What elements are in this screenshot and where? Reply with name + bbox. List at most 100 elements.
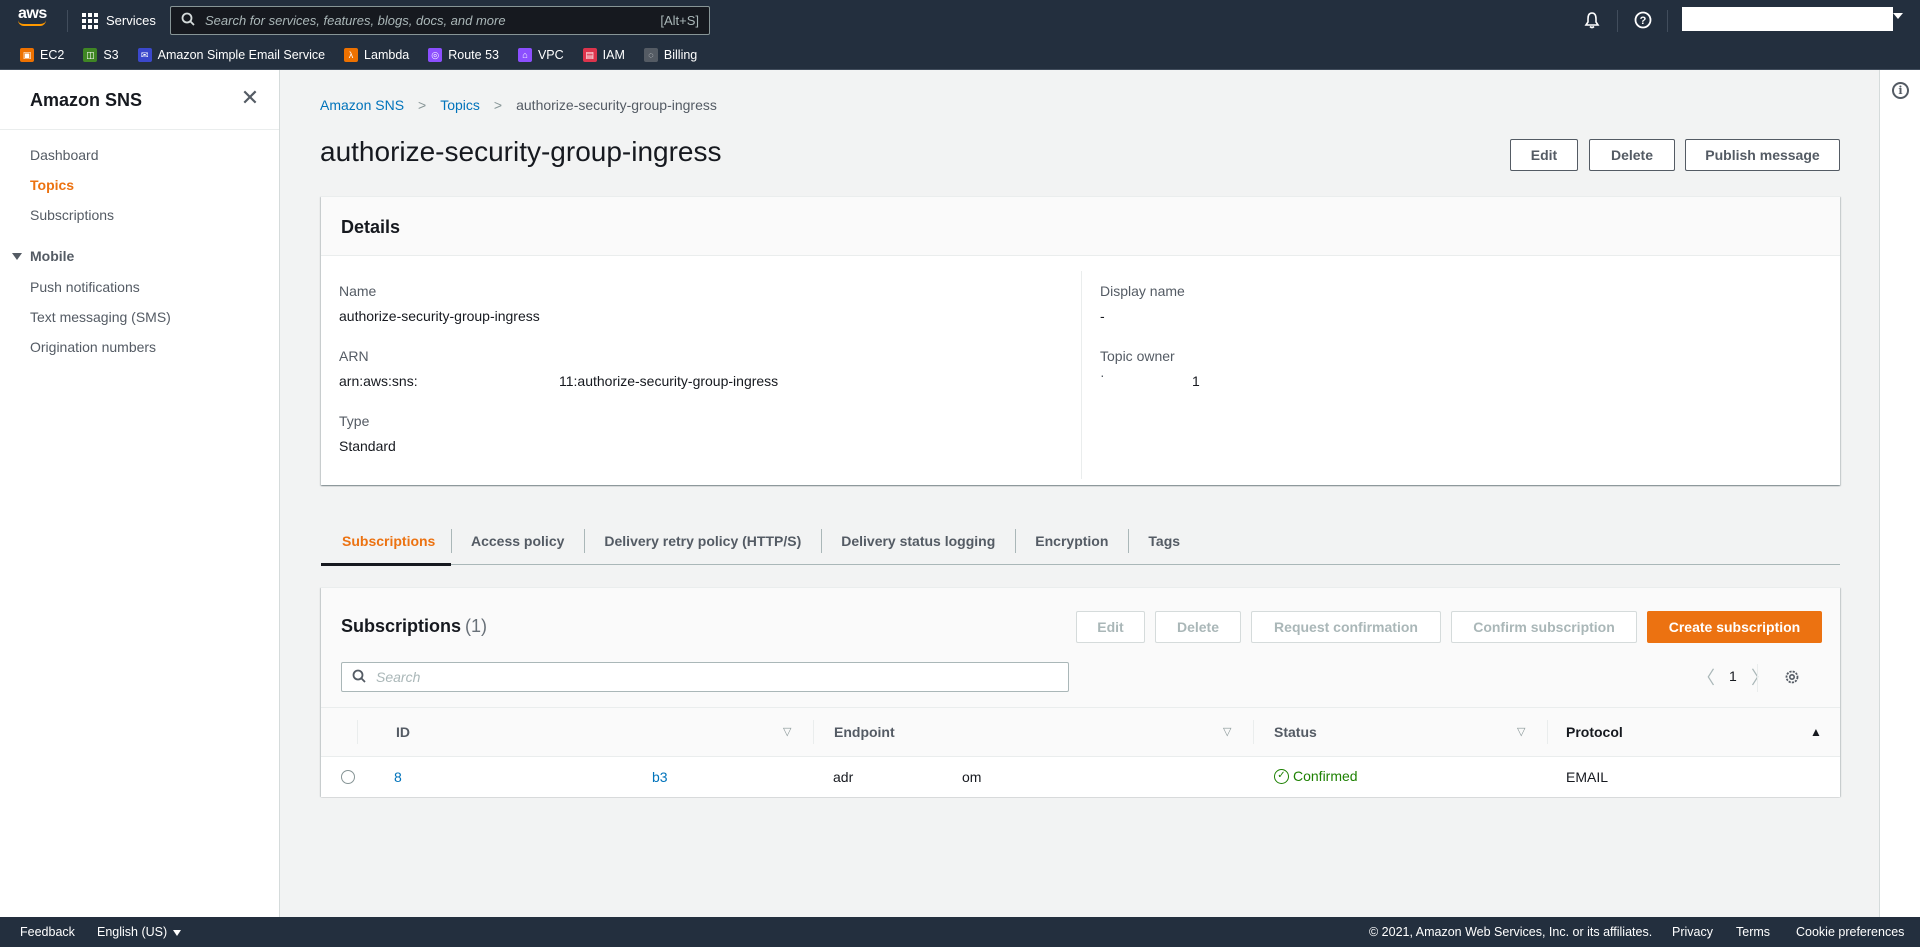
sidebar-item-origination-numbers[interactable]: Origination numbers bbox=[30, 339, 156, 355]
subscriptions-card: Subscriptions (1) Edit Delete Request con… bbox=[321, 587, 1840, 797]
sort-ascending-icon[interactable]: ▲ bbox=[1810, 725, 1822, 739]
sort-icon[interactable]: ▽ bbox=[1223, 725, 1231, 738]
subscription-id-start[interactable]: 8 bbox=[394, 769, 402, 785]
confirm-subscription-button[interactable]: Confirm subscription bbox=[1451, 611, 1637, 643]
row-select-radio[interactable] bbox=[341, 770, 355, 784]
sidebar-item-dashboard[interactable]: Dashboard bbox=[30, 147, 99, 163]
subscriptions-search-input[interactable] bbox=[376, 669, 1068, 685]
global-search-input[interactable] bbox=[205, 13, 661, 28]
tab-access-policy[interactable]: Access policy bbox=[451, 517, 584, 565]
publish-message-button[interactable]: Publish message bbox=[1685, 139, 1840, 171]
edit-topic-button[interactable]: Edit bbox=[1510, 139, 1578, 171]
tab-subscriptions[interactable]: Subscriptions bbox=[321, 517, 451, 566]
bell-icon[interactable] bbox=[1582, 10, 1602, 30]
subscriptions-count: (1) bbox=[465, 616, 488, 636]
services-menu-button[interactable]: Services bbox=[82, 0, 156, 41]
type-label: Type bbox=[339, 413, 370, 429]
aws-logo-text: aws bbox=[18, 5, 47, 22]
s3-icon: ◫ bbox=[83, 48, 98, 62]
breadcrumb-amazon-sns[interactable]: Amazon SNS bbox=[320, 97, 404, 113]
delete-topic-button[interactable]: Delete bbox=[1589, 139, 1675, 171]
arn-value-suffix: 11:authorize-security-group-ingress bbox=[559, 373, 779, 389]
sidebar-section-mobile[interactable]: Mobile bbox=[12, 248, 74, 264]
delete-subscription-button[interactable]: Delete bbox=[1155, 611, 1241, 643]
tab-encryption[interactable]: Encryption bbox=[1015, 517, 1128, 565]
nav-divider bbox=[67, 10, 68, 32]
create-subscription-button[interactable]: Create subscription bbox=[1647, 611, 1822, 643]
feedback-link[interactable]: Feedback bbox=[20, 925, 75, 939]
breadcrumb: Amazon SNS > Topics > authorize-security… bbox=[320, 97, 717, 113]
column-header-protocol[interactable]: Protocol bbox=[1566, 708, 1623, 756]
gear-icon[interactable] bbox=[1784, 669, 1800, 685]
favorite-label: EC2 bbox=[40, 48, 65, 62]
endpoint-start: adr bbox=[833, 769, 854, 785]
edit-subscription-button[interactable]: Edit bbox=[1076, 611, 1145, 643]
global-search[interactable]: [Alt+S] bbox=[170, 6, 710, 35]
account-caret-icon[interactable] bbox=[1893, 13, 1903, 19]
close-icon[interactable]: ✕ bbox=[240, 87, 260, 109]
subscription-id-end[interactable]: b3 bbox=[652, 769, 668, 785]
check-circle-icon: ✓ bbox=[1274, 768, 1289, 784]
favorite-amazon-simple-email-service[interactable]: ✉ Amazon Simple Email Service bbox=[137, 48, 325, 62]
favorite-label: IAM bbox=[602, 48, 625, 62]
favorite-label: Route 53 bbox=[448, 48, 499, 62]
sidebar-item-topics[interactable]: Topics bbox=[30, 177, 74, 193]
search-icon bbox=[181, 12, 195, 30]
favorite-lambda[interactable]: λ Lambda bbox=[344, 48, 409, 62]
footer: Feedback English (US) © 2021, Amazon Web… bbox=[0, 917, 1920, 947]
topic-owner-value-start: · bbox=[1100, 367, 1105, 383]
tab-delivery-status-logging[interactable]: Delivery status logging bbox=[821, 517, 1015, 565]
details-heading: Details bbox=[321, 197, 1840, 256]
sidebar-item-text-messaging[interactable]: Text messaging (SMS) bbox=[30, 309, 171, 325]
request-confirmation-button[interactable]: Request confirmation bbox=[1251, 611, 1441, 643]
breadcrumb-topics[interactable]: Topics bbox=[440, 97, 480, 113]
breadcrumb-current: authorize-security-group-ingress bbox=[516, 97, 717, 113]
subscriptions-title-text: Subscriptions bbox=[341, 616, 462, 636]
grid-icon bbox=[82, 12, 98, 29]
info-icon[interactable]: i bbox=[1892, 82, 1909, 99]
favorite-iam[interactable]: ▤ IAM bbox=[582, 48, 625, 62]
chevron-right-icon: > bbox=[418, 97, 427, 113]
favorite-billing[interactable]: ◌ Billing bbox=[643, 48, 697, 62]
aws-logo[interactable]: aws bbox=[18, 6, 50, 34]
terms-link[interactable]: Terms bbox=[1736, 925, 1770, 939]
route53-icon: ◎ bbox=[428, 48, 443, 62]
language-selector[interactable]: English (US) bbox=[97, 925, 182, 939]
sort-icon[interactable]: ▽ bbox=[1517, 725, 1525, 738]
privacy-link[interactable]: Privacy bbox=[1672, 925, 1713, 939]
current-page[interactable]: 1 bbox=[1729, 668, 1737, 684]
endpoint-end: om bbox=[962, 769, 982, 785]
column-header-id[interactable]: ID bbox=[396, 708, 410, 756]
table-row[interactable]: 8 b3 adr om ✓ Confirmed EMAIL bbox=[321, 757, 1840, 797]
details-card: Details Name authorize-security-group-in… bbox=[321, 196, 1840, 485]
cookie-preferences-link[interactable]: Cookie preferences bbox=[1796, 925, 1904, 939]
help-icon[interactable]: ? bbox=[1633, 10, 1653, 30]
subscriptions-search[interactable] bbox=[341, 662, 1069, 692]
iam-icon: ▤ bbox=[582, 48, 597, 62]
favorite-s3[interactable]: ◫ S3 bbox=[83, 48, 119, 62]
column-divider bbox=[1081, 271, 1082, 479]
language-label: English (US) bbox=[97, 925, 168, 939]
account-menu[interactable] bbox=[1682, 7, 1893, 31]
topic-owner-value-end: 1 bbox=[1192, 373, 1200, 389]
top-navigation: aws Services [Alt+S] ? bbox=[0, 0, 1920, 41]
column-header-status[interactable]: Status bbox=[1274, 708, 1317, 756]
sort-icon[interactable]: ▽ bbox=[783, 725, 791, 738]
favorite-label: Lambda bbox=[364, 48, 410, 62]
next-page-icon[interactable]: 〉 bbox=[1751, 664, 1769, 690]
status-badge: ✓ Confirmed bbox=[1274, 768, 1358, 784]
tab-delivery-retry-policy[interactable]: Delivery retry policy (HTTP/S) bbox=[584, 517, 821, 565]
favorite-ec2[interactable]: ▣ EC2 bbox=[20, 48, 64, 62]
favorite-vpc[interactable]: ⌂ VPC bbox=[517, 48, 564, 62]
column-header-endpoint[interactable]: Endpoint bbox=[834, 708, 895, 756]
sidebar-item-subscriptions[interactable]: Subscriptions bbox=[30, 207, 114, 223]
sidebar-title: Amazon SNS bbox=[30, 90, 143, 110]
favorite-route-53[interactable]: ◎ Route 53 bbox=[428, 48, 499, 62]
previous-page-icon[interactable]: 〈 bbox=[1697, 664, 1715, 690]
sidebar-item-push-notifications[interactable]: Push notifications bbox=[30, 279, 140, 295]
svg-text:?: ? bbox=[1640, 15, 1647, 27]
topic-owner-label: Topic owner bbox=[1100, 348, 1175, 364]
tab-tags[interactable]: Tags bbox=[1128, 517, 1200, 565]
protocol-value: EMAIL bbox=[1566, 769, 1609, 785]
favorite-label: VPC bbox=[537, 48, 564, 62]
